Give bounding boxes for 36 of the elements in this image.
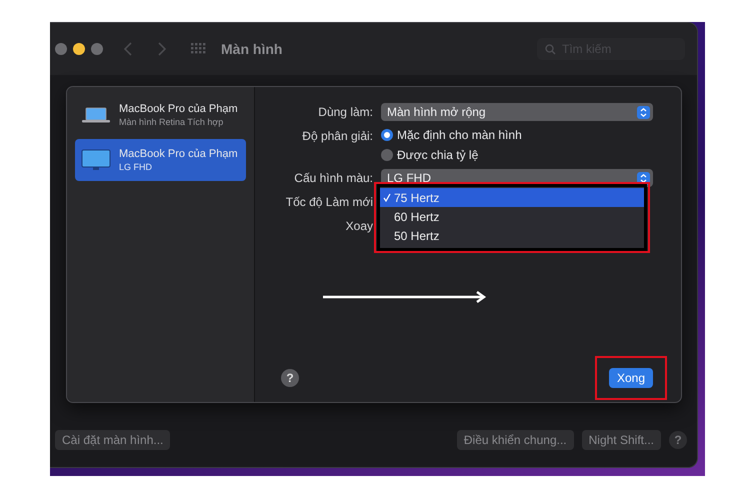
settings-button[interactable]: Night Shift... — [582, 430, 661, 450]
radio-button[interactable] — [381, 149, 393, 161]
menu-item[interactable]: 60 Hertz — [380, 207, 644, 226]
forward-icon[interactable] — [157, 42, 167, 56]
checkmark-icon — [383, 193, 391, 202]
menu-item[interactable]: 75 Hertz — [380, 188, 644, 207]
radio-label: Mặc định cho màn hình — [397, 128, 522, 142]
radio-button[interactable] — [381, 129, 393, 141]
minimize-button[interactable] — [73, 43, 85, 55]
display-subtitle: LG FHD — [119, 162, 154, 172]
help-button[interactable]: ? — [281, 369, 299, 387]
display-subtitle: Màn hình Retina Tích hợp — [119, 117, 224, 127]
display-item[interactable]: MacBook Pro của Phạm LG FHD — [75, 139, 246, 181]
setting-label: Dùng làm: — [317, 104, 373, 121]
zoom-button[interactable] — [91, 43, 103, 55]
radio-label: Được chia tỷ lệ — [397, 148, 478, 162]
display-name: MacBook Pro của Phạm — [119, 103, 238, 115]
help-button[interactable]: ? — [669, 431, 687, 449]
window-title: Màn hình — [221, 41, 282, 57]
laptop-icon — [81, 105, 111, 125]
grid-icon[interactable] — [191, 43, 207, 55]
setting-label: Cấu hình màu: — [293, 170, 373, 187]
close-button[interactable] — [55, 43, 67, 55]
popup-button[interactable]: Màn hình mở rộng — [381, 103, 653, 121]
menu-item[interactable]: 50 Hertz — [380, 226, 644, 245]
display-settings-button[interactable]: Cài đặt màn hình... — [55, 430, 170, 450]
monitor-icon — [81, 149, 111, 171]
display-name: MacBook Pro của Phạm — [119, 148, 238, 160]
setting-label: Xoay — [344, 218, 373, 235]
setting-label: Tốc độ Làm mới — [284, 194, 373, 211]
display-item[interactable]: MacBook Pro của Phạm Màn hình Retina Tích hợp — [75, 97, 246, 133]
settings-button[interactable]: Điều khiển chung... — [456, 430, 574, 450]
stepper-icon — [637, 106, 650, 118]
done-button[interactable]: Xong — [608, 368, 653, 388]
back-icon[interactable] — [123, 42, 133, 56]
setting-label: Độ phân giải: — [301, 128, 373, 145]
